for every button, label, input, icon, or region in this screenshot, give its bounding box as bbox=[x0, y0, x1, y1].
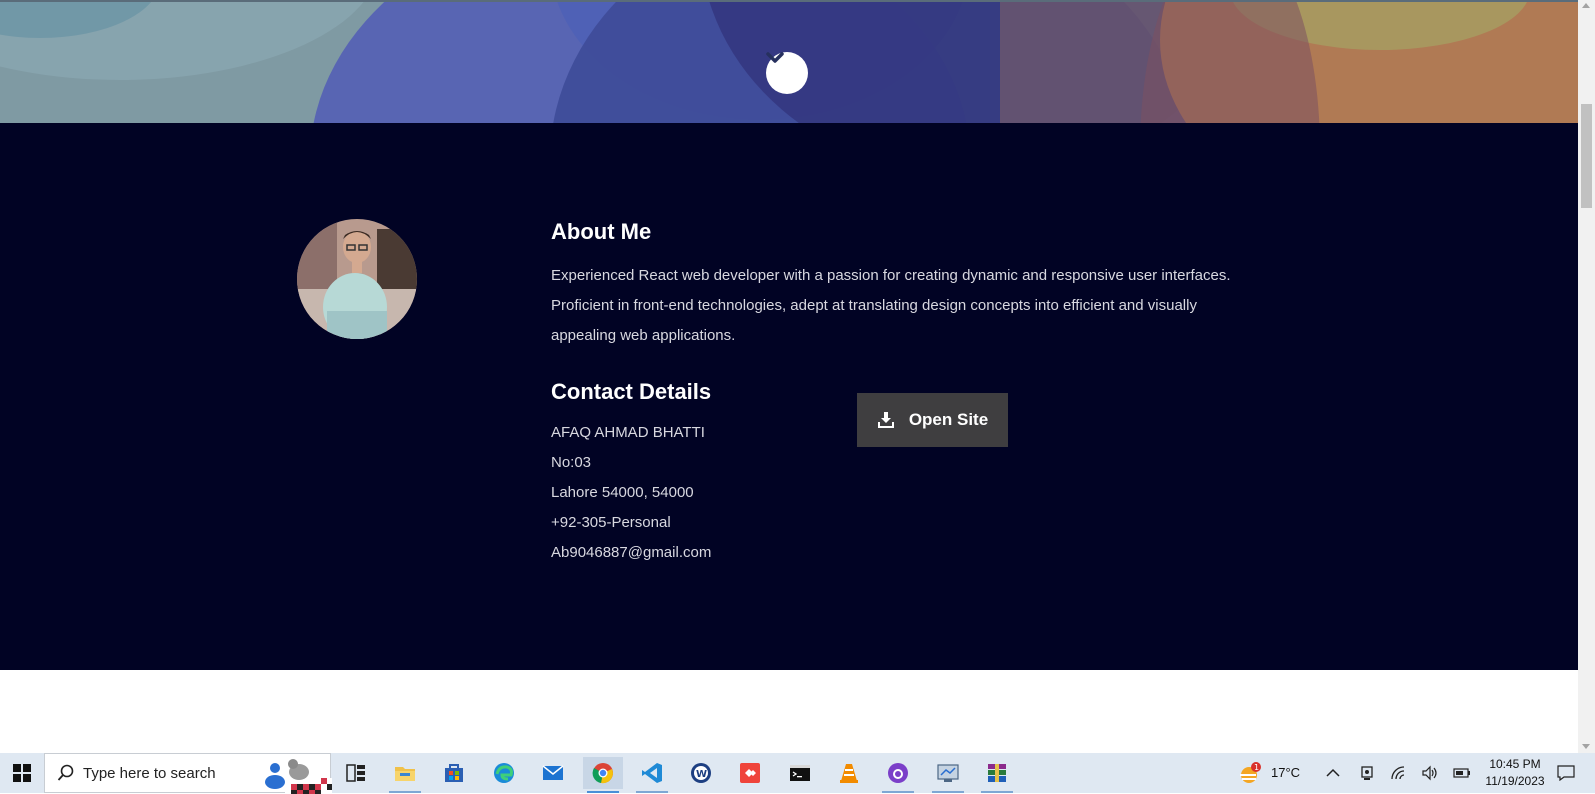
terminal-button[interactable] bbox=[780, 757, 820, 789]
chevron-up-icon bbox=[1326, 768, 1340, 777]
contact-city: Lahore 54000, 54000 bbox=[551, 484, 694, 501]
remote-desktop-button[interactable] bbox=[928, 757, 968, 793]
open-site-button[interactable]: Open Site bbox=[857, 393, 1008, 447]
svg-text:W: W bbox=[696, 769, 707, 780]
search-highlight-illustration-icon bbox=[265, 759, 332, 794]
task-view-icon bbox=[346, 764, 365, 782]
show-hidden-icons-button[interactable] bbox=[1321, 757, 1345, 789]
contact-email: Ab9046887@gmail.com bbox=[551, 544, 712, 561]
taskbar-clock[interactable]: 10:45 PM 11/19/2023 bbox=[1475, 756, 1555, 790]
github-desktop-button[interactable] bbox=[878, 757, 918, 793]
mail-icon bbox=[542, 765, 564, 780]
meet-now-button[interactable] bbox=[1355, 757, 1379, 789]
contact-address-line: No:03 bbox=[551, 454, 592, 471]
battery-button[interactable] bbox=[1450, 757, 1474, 789]
clock-time: 10:45 PM bbox=[1489, 757, 1541, 771]
remote-desktop-icon bbox=[937, 764, 959, 782]
anydesk-icon bbox=[740, 763, 760, 783]
weather-icon: 1 bbox=[1240, 762, 1261, 783]
battery-icon bbox=[1453, 768, 1470, 778]
task-view-button[interactable] bbox=[336, 757, 376, 789]
edge-button[interactable] bbox=[484, 757, 524, 789]
edge-icon bbox=[494, 763, 514, 783]
notification-icon bbox=[1557, 765, 1575, 781]
webcam-icon bbox=[1361, 766, 1373, 780]
network-button[interactable] bbox=[1387, 757, 1411, 789]
contact-phone: +92-305-Personal bbox=[551, 514, 671, 531]
contact-details-list: AFAQ AHMAD BHATTI No:03 Lahore 54000, 54… bbox=[551, 418, 711, 568]
wordweb-button[interactable]: W bbox=[681, 757, 721, 789]
contact-title: Contact Details bbox=[551, 379, 712, 404]
vscode-button[interactable] bbox=[632, 757, 672, 793]
search-icon bbox=[57, 764, 74, 781]
open-site-label: Open Site bbox=[908, 410, 989, 429]
scroll-down-arrow-icon[interactable] bbox=[1582, 744, 1590, 749]
clock-date: 11/19/2023 bbox=[1485, 774, 1545, 788]
winrar-button[interactable] bbox=[977, 757, 1017, 793]
scroll-up-arrow-icon[interactable] bbox=[1582, 3, 1590, 8]
contact-name: AFAQ AHMAD BHATTI bbox=[551, 424, 705, 441]
windows-logo-icon bbox=[13, 764, 31, 782]
temperature-readout[interactable]: 17°C bbox=[1271, 765, 1300, 780]
weather-badge: 1 bbox=[1254, 763, 1259, 772]
browser-page: About Me Experienced React web developer… bbox=[0, 0, 1578, 753]
mail-button[interactable] bbox=[533, 757, 573, 789]
taskbar-search-box[interactable]: Type here to search bbox=[44, 753, 332, 794]
windows-taskbar: Type here to search W 1 17°C 10:45 PM 11… bbox=[0, 753, 1595, 794]
about-title: About Me bbox=[551, 219, 652, 244]
vscode-icon bbox=[642, 763, 662, 783]
download-icon bbox=[877, 412, 894, 428]
about-section: About Me Experienced React web developer… bbox=[0, 123, 1578, 670]
profile-avatar bbox=[297, 219, 417, 339]
anydesk-button[interactable] bbox=[730, 757, 770, 789]
start-button[interactable] bbox=[0, 753, 44, 793]
github-desktop-icon bbox=[888, 763, 908, 783]
weather-button[interactable]: 1 bbox=[1232, 757, 1268, 789]
page-scrollbar[interactable] bbox=[1578, 0, 1595, 753]
about-bio: Experienced React web developer with a p… bbox=[551, 267, 1231, 344]
winrar-icon bbox=[988, 764, 1006, 782]
search-placeholder: Type here to search bbox=[83, 765, 216, 782]
file-explorer-icon bbox=[395, 767, 415, 781]
volume-button[interactable] bbox=[1418, 757, 1442, 789]
file-explorer-button[interactable] bbox=[385, 757, 425, 793]
chrome-button[interactable] bbox=[583, 757, 623, 793]
chrome-icon bbox=[592, 763, 613, 784]
scrollbar-thumb[interactable] bbox=[1581, 104, 1592, 208]
vlc-icon bbox=[840, 764, 858, 783]
chevron-down-icon bbox=[766, 52, 784, 63]
wifi-icon bbox=[1391, 766, 1405, 780]
wordweb-icon: W bbox=[691, 763, 711, 783]
microsoft-store-icon bbox=[445, 764, 463, 782]
speaker-icon bbox=[1422, 765, 1437, 781]
scroll-down-button[interactable] bbox=[766, 52, 808, 94]
microsoft-store-button[interactable] bbox=[434, 757, 474, 789]
notifications-button[interactable] bbox=[1550, 757, 1582, 789]
hero-banner bbox=[0, 0, 1578, 123]
terminal-icon bbox=[790, 765, 810, 781]
vlc-button[interactable] bbox=[829, 757, 869, 789]
